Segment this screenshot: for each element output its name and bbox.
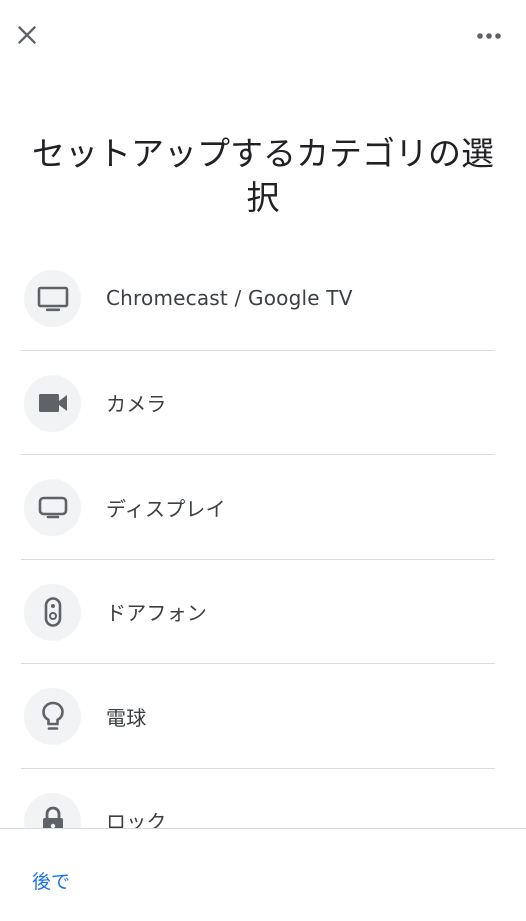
category-label: ディスプレイ — [106, 496, 226, 521]
later-button[interactable]: 後で — [32, 867, 70, 894]
lock-icon — [42, 806, 63, 828]
category-list: Chromecast / Google TV カメラ ディスプレイ ドアフォン … — [0, 246, 526, 828]
display-icon — [38, 496, 67, 518]
close-icon — [18, 26, 36, 44]
more-options-button[interactable] — [470, 20, 508, 52]
doorbell-icon — [44, 597, 61, 627]
more-horizontal-icon — [477, 33, 501, 39]
icon-container — [24, 688, 81, 745]
tv-icon — [37, 286, 68, 311]
close-button[interactable] — [10, 18, 44, 52]
lightbulb-icon — [41, 701, 64, 730]
category-label: ドアフォン — [106, 601, 207, 626]
category-label: Chromecast / Google TV — [106, 286, 353, 311]
icon-container — [24, 374, 81, 432]
category-item-lock[interactable]: ロック — [0, 769, 526, 828]
category-label: 電球 — [106, 705, 147, 730]
category-label: ロック — [106, 810, 167, 828]
category-item-camera[interactable]: カメラ — [0, 351, 526, 456]
icon-container — [24, 792, 81, 828]
icon-container — [24, 479, 81, 536]
bottom-bar: 後で — [0, 828, 526, 921]
page-title: セットアップするカテゴリの選択 — [32, 134, 494, 217]
icon-container — [24, 270, 81, 327]
category-item-display[interactable]: ディスプレイ — [0, 455, 526, 560]
category-item-lightbulb[interactable]: 電球 — [0, 664, 526, 769]
videocam-icon — [38, 394, 67, 412]
category-label: カメラ — [106, 392, 167, 417]
top-bar — [0, 0, 526, 72]
icon-container — [24, 583, 81, 641]
category-item-doorbell[interactable]: ドアフォン — [0, 560, 526, 665]
category-item-chromecast[interactable]: Chromecast / Google TV — [0, 246, 526, 351]
